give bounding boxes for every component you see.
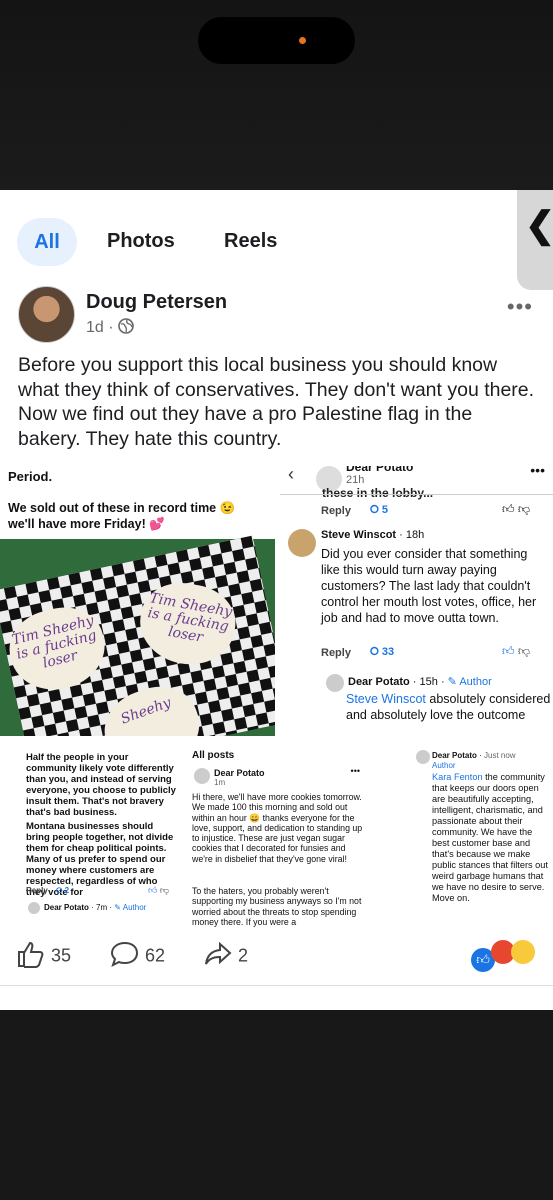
share-count: 2 — [238, 945, 249, 966]
screenshot-author-reply: Dear Potato · Just now Author Kara Fento… — [372, 742, 553, 928]
divider — [0, 985, 553, 986]
avatar — [288, 529, 316, 557]
reply-text: Steve Winscot absolutely considered and … — [346, 692, 551, 722]
post-time[interactable]: 1d — [86, 319, 104, 336]
like-count: 35 — [51, 945, 72, 966]
comment-text: Did you ever consider that something lik… — [321, 547, 537, 625]
share-icon — [203, 940, 233, 973]
camera-indicator — [299, 37, 306, 44]
header-time: 21h — [346, 474, 365, 486]
phone-bottom-area — [0, 1010, 553, 1200]
reaction-count: ⭘ 5 — [370, 504, 388, 516]
header: All posts — [192, 750, 235, 761]
screenshot-cookie-post: Period. We sold out of these in record t… — [0, 466, 275, 736]
thumbs-up-icon — [16, 940, 46, 973]
cut-text: these in the lobby... — [322, 486, 434, 500]
avatar — [416, 750, 430, 764]
comment-button[interactable]: 62 — [110, 940, 165, 973]
tab-photos[interactable]: Photos — [107, 230, 175, 253]
facebook-post-card: All Photos Reels ❮ Doug Petersen 1d · ••… — [0, 190, 553, 1010]
chevron-left-icon: ❮ — [525, 204, 553, 245]
tab-reels[interactable]: Reels — [224, 230, 277, 253]
thumbs-icon: 👍︎ 👎︎ — [502, 644, 531, 658]
more-options-icon: ••• — [350, 766, 360, 776]
reaction-count: ⭘ 33 — [370, 646, 395, 658]
globe-icon — [118, 318, 134, 336]
tab-all[interactable]: All — [17, 218, 77, 266]
share-button[interactable]: 2 — [203, 940, 248, 973]
divider — [280, 494, 553, 495]
caption-period: Period. — [8, 469, 53, 484]
screenshot-criticism-comment: Half the people in your community likely… — [0, 742, 182, 928]
avatar — [326, 674, 344, 692]
post-author[interactable]: Doug Petersen — [86, 291, 227, 314]
reply-link: Reply — [26, 886, 48, 895]
cookie-photo: Tim Sheehy is a fucking loser Tim Sheehy… — [0, 535, 275, 736]
avatar[interactable] — [18, 286, 75, 343]
comment-count: 62 — [145, 945, 166, 966]
wow-reaction-icon — [511, 940, 535, 964]
more-options-icon[interactable]: ••• — [507, 294, 533, 320]
reply-author-line: Dear Potato · 15h · ✎ Author — [348, 676, 492, 688]
avatar — [28, 902, 40, 914]
author: Dear Potato — [214, 768, 265, 778]
reply-link: Reply — [321, 647, 351, 659]
comment-icon — [110, 940, 140, 973]
screenshot-comment-thread: ‹ Dear Potato 21h ••• these in the lobby… — [280, 466, 553, 736]
caption-sold-out: We sold out of these in record time 😉 we… — [8, 501, 236, 531]
post-text: Hi there, we'll have more cookies tomorr… — [192, 792, 363, 864]
post-meta: 1d · — [86, 318, 134, 337]
reaction-bar: 35 62 2 👍︎ — [0, 935, 553, 975]
more-options-icon: ••• — [530, 466, 545, 478]
post-body: Before you support this local business y… — [18, 354, 535, 450]
reply-author-line: Dear Potato · Just now — [432, 751, 516, 760]
reaction-count: ⭘ 2 — [56, 886, 70, 895]
reaction-icons[interactable]: 👍︎ — [471, 940, 535, 972]
dynamic-island — [198, 17, 355, 64]
side-panel-handle[interactable]: ❮ — [517, 190, 553, 290]
phone-status-area — [0, 0, 553, 190]
post-image[interactable]: Period. We sold out of these in record t… — [0, 466, 553, 928]
screenshot-all-posts: All posts Dear Potato 1m ••• Hi there, w… — [186, 742, 368, 928]
header-name: Dear Potato — [346, 466, 414, 474]
author-badge: Author — [432, 761, 456, 770]
reply-author-line: Dear Potato · 7m · ✎ Author — [44, 903, 147, 912]
avatar — [194, 768, 210, 784]
comment-text: Half the people in your community likely… — [26, 752, 176, 818]
thumbs-icon: 👍︎ 👎︎ — [502, 502, 531, 516]
reply-link: Reply — [321, 505, 351, 517]
thumbs-icon: 👍︎ 👎︎ — [148, 885, 170, 895]
time: 1m — [214, 778, 226, 787]
post-text: To the haters, you probably weren't supp… — [192, 886, 362, 927]
reply-text: Kara Fenton the community that keeps our… — [432, 772, 548, 903]
like-button[interactable]: 35 — [16, 940, 71, 973]
filter-tabs: All Photos Reels — [0, 190, 553, 295]
back-arrow-icon: ‹ — [288, 466, 294, 484]
commenter-line: Steve Winscot · 18h — [321, 529, 425, 541]
